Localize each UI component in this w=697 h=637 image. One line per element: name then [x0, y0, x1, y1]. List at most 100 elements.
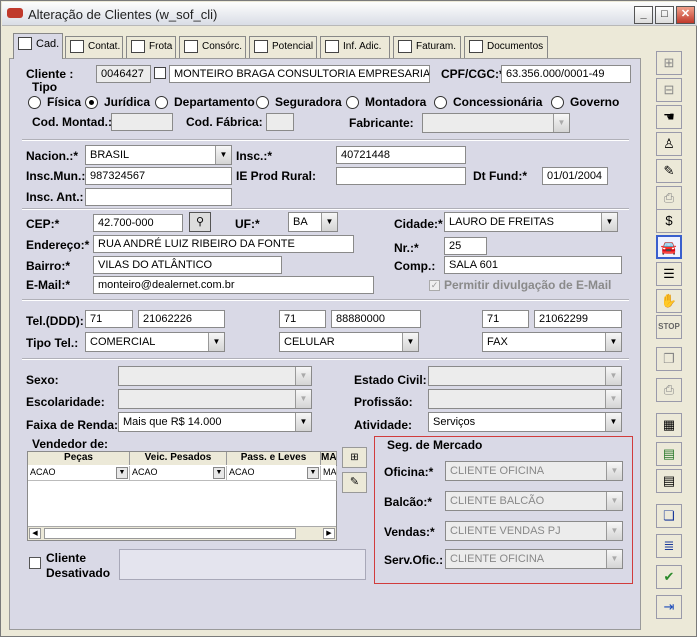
tab-consorc[interactable]: Consórc. — [179, 36, 246, 58]
scroll-thumb[interactable] — [44, 528, 296, 539]
radio-seguradora[interactable] — [256, 96, 269, 109]
document-list-icon[interactable]: ☰ — [656, 262, 682, 286]
cep-field[interactable]: 42.700-000 — [93, 214, 183, 232]
cpf-field[interactable]: 63.356.000/0001-49 — [501, 65, 631, 83]
tel1-number-field[interactable]: 21062226 — [138, 310, 225, 328]
vendedor-grid[interactable]: Peças Veic. Pesados Pass. e Leves MA ACA… — [27, 451, 337, 541]
cliente-name-field[interactable]: MONTEIRO BRAGA CONSULTORIA EMPRESARIAL L… — [169, 65, 430, 83]
dt-fund-field[interactable]: 01/01/2004 — [542, 167, 608, 185]
thumbs-down-icon[interactable]: ✋ — [656, 289, 682, 313]
scroll-right-icon[interactable]: ▶ — [323, 528, 335, 539]
windows-icon[interactable]: ❏ — [656, 504, 682, 528]
close-button[interactable]: ✕ — [676, 6, 695, 24]
save-check-icon[interactable]: ✔ — [656, 565, 682, 589]
tab-faturam[interactable]: Faturam. — [393, 36, 461, 58]
email-field[interactable]: monteiro@dealernet.com.br — [93, 276, 374, 294]
grid-header-pass-leves[interactable]: Pass. e Leves — [227, 452, 321, 465]
estado-civil-dropdown[interactable]: ▼ — [428, 366, 622, 386]
insc-mun-field[interactable]: 987324567 — [85, 167, 232, 185]
eraser-tool-icon[interactable]: ✎ — [656, 159, 682, 183]
cliente-desativado-checkbox[interactable] — [29, 557, 41, 569]
tab-inf-adic[interactable]: Inf. Adic. — [320, 36, 390, 58]
grid-cell-pass-leves[interactable]: ACAO ▼ — [227, 466, 321, 481]
grid-header-pecas[interactable]: Peças — [28, 452, 130, 465]
permitir-email-checkbox[interactable]: ✓ — [429, 280, 440, 291]
cidade-dropdown[interactable]: LAURO DE FREITAS ▼ — [444, 212, 618, 232]
uf-dropdown[interactable]: BA ▼ — [288, 212, 338, 232]
hand-icon[interactable]: ☚ — [656, 105, 682, 129]
radio-governo[interactable] — [551, 96, 564, 109]
cod-montad-field[interactable] — [111, 113, 173, 131]
atividade-label: Atividade: — [354, 418, 413, 432]
car-icon[interactable]: 🚘 — [656, 235, 682, 259]
tab-cad[interactable]: Cad. — [13, 33, 63, 59]
page-search-icon[interactable]: ⎙ — [656, 186, 682, 210]
oficina-dropdown[interactable]: CLIENTE OFICINA ▼ — [445, 461, 623, 481]
tab-documentos[interactable]: Documentos — [464, 36, 548, 58]
align-icon[interactable]: ≣ — [656, 534, 682, 558]
search-cep-icon[interactable]: ⚲ — [189, 212, 211, 232]
delete-grid-icon[interactable]: ⊟ — [656, 78, 682, 102]
tab-potencial[interactable]: Potencial — [249, 36, 317, 58]
sexo-dropdown[interactable]: ▼ — [118, 366, 312, 386]
note-icon[interactable]: ▤ — [656, 469, 682, 493]
horizontal-scrollbar[interactable]: ◀ ▶ — [28, 526, 336, 540]
copy-icon[interactable] — [154, 67, 166, 79]
tab-contat[interactable]: Contat. — [65, 36, 123, 58]
profissao-dropdown[interactable]: ▼ — [428, 389, 622, 409]
serv-ofic-dropdown[interactable]: CLIENTE OFICINA ▼ — [445, 549, 623, 569]
tel1-tipo-dropdown[interactable]: COMERCIAL ▼ — [85, 332, 225, 352]
radio-concessionaria[interactable] — [434, 96, 447, 109]
add-row-icon[interactable]: ⊞ — [342, 447, 367, 468]
tel3-ddd-field[interactable]: 71 — [482, 310, 529, 328]
bairro-field[interactable]: VILAS DO ATLÂNTICO — [93, 256, 282, 274]
cod-fabrica-field[interactable] — [266, 113, 294, 131]
tel2-ddd-field[interactable]: 71 — [279, 310, 326, 328]
green-document-icon[interactable]: ▤ — [656, 442, 682, 466]
nr-field[interactable]: 25 — [444, 237, 487, 255]
atividade-dropdown[interactable]: Serviços ▼ — [428, 412, 622, 432]
grid-cell-veic-pesados[interactable]: ACAO ▼ — [130, 466, 227, 481]
print-icon[interactable]: ⎙ — [656, 378, 682, 402]
tel2-tipo-dropdown[interactable]: CELULAR ▼ — [279, 332, 419, 352]
radio-governo-label: Governo — [570, 95, 620, 109]
fabricante-dropdown[interactable]: ▼ — [422, 113, 570, 133]
cod-montad-label: Cod. Montad.: — [32, 115, 112, 129]
chevron-down-icon: ▼ — [402, 333, 418, 351]
radio-juridica[interactable] — [85, 96, 98, 109]
tel3-tipo-dropdown[interactable]: FAX ▼ — [482, 332, 622, 352]
tel3-number-field[interactable]: 21062299 — [534, 310, 622, 328]
insc-field[interactable]: 40721448 — [336, 146, 466, 164]
vendas-dropdown[interactable]: CLIENTE VENDAS PJ ▼ — [445, 521, 623, 541]
eraser-icon[interactable]: ✎ — [342, 472, 367, 493]
insc-ant-field[interactable] — [85, 188, 232, 206]
minimize-button[interactable]: _ — [634, 6, 653, 24]
escolaridade-dropdown[interactable]: ▼ — [118, 389, 312, 409]
comp-field[interactable]: SALA 601 — [444, 256, 622, 274]
tel2-number-field[interactable]: 88880000 — [331, 310, 421, 328]
user-icon[interactable]: ♙ — [656, 132, 682, 156]
endereco-field[interactable]: RUA ANDRÉ LUIZ RIBEIRO DA FONTE — [93, 235, 354, 253]
desativado-motivo-field[interactable] — [119, 549, 366, 580]
money-bag-tool-icon[interactable]: $ — [656, 209, 682, 233]
copy-tool-icon[interactable]: ❐ — [656, 347, 682, 371]
scroll-left-icon[interactable]: ◀ — [29, 528, 41, 539]
grid-cell-ma[interactable]: MA — [321, 466, 337, 481]
radio-montadora[interactable] — [346, 96, 359, 109]
grid-cell-pecas[interactable]: ACAO ▼ — [28, 466, 130, 481]
tel1-ddd-field[interactable]: 71 — [85, 310, 133, 328]
grid-header-veic-pesados[interactable]: Veic. Pesados — [130, 452, 227, 465]
radio-departamento[interactable] — [155, 96, 168, 109]
tab-frota[interactable]: Frota — [126, 36, 176, 58]
nacion-dropdown[interactable]: BRASIL ▼ — [85, 145, 232, 165]
stop-icon[interactable]: STOP — [656, 315, 682, 339]
radio-fisica[interactable] — [28, 96, 41, 109]
maximize-button[interactable]: □ — [655, 6, 674, 24]
ie-prod-rural-field[interactable] — [336, 167, 466, 185]
calendar-icon[interactable]: ▦ — [656, 413, 682, 437]
grid-header-ma[interactable]: MA — [321, 452, 337, 465]
faixa-renda-dropdown[interactable]: Mais que R$ 14.000 ▼ — [118, 412, 312, 432]
add-grid-icon[interactable]: ⊞ — [656, 51, 682, 75]
exit-icon[interactable]: ⇥ — [656, 595, 682, 619]
balcao-dropdown[interactable]: CLIENTE BALCÃO ▼ — [445, 491, 623, 511]
